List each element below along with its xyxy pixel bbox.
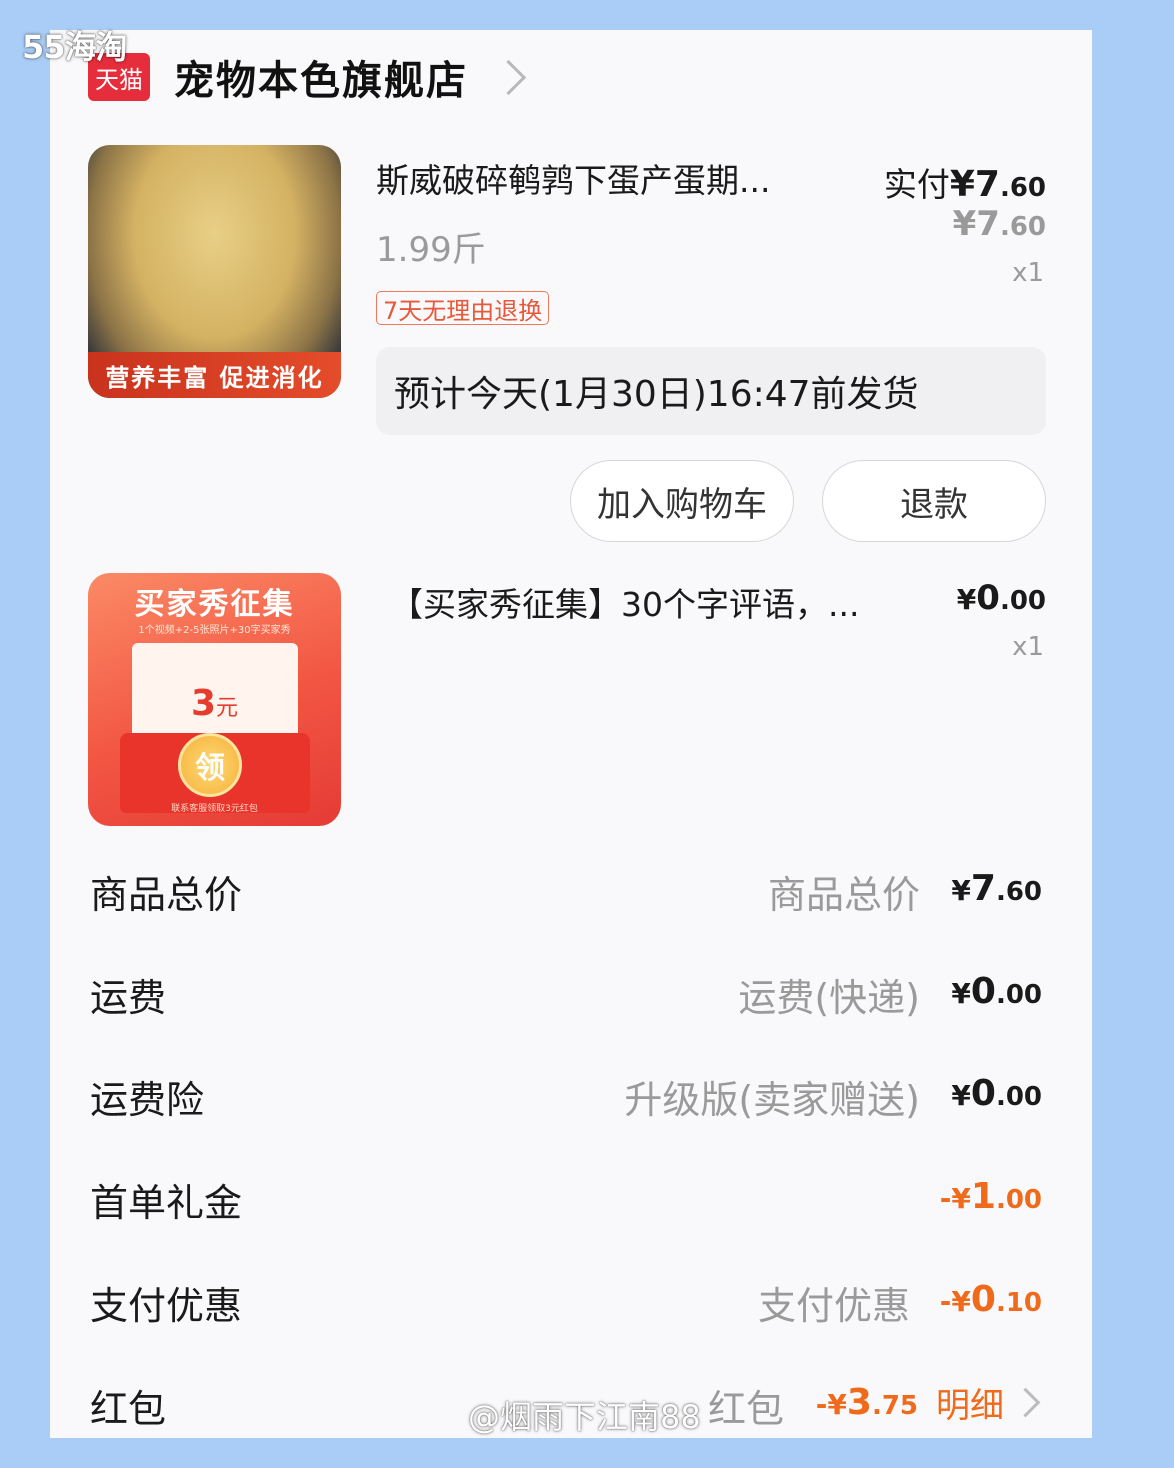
summary-row-first-order: 首单礼金 -¥1.00 xyxy=(90,1172,1042,1232)
cur: ¥ xyxy=(951,977,971,1010)
summary-detail: 升级版(卖家赠送) xyxy=(624,1078,920,1122)
int: 0 xyxy=(970,1279,996,1320)
int: 0 xyxy=(970,971,996,1012)
add-to-cart-button[interactable]: 加入购物车 xyxy=(570,460,794,542)
coupon-amount-value: 3 xyxy=(190,683,217,724)
coupon-subtitle: 1个视频+2-5张照片+30字买家秀 xyxy=(138,625,291,636)
coupon-amount: 3元 xyxy=(88,683,341,724)
thumbnail-caption: 营养丰富 促进消化 xyxy=(88,352,341,398)
item2-price: ¥0.00 xyxy=(957,578,1046,618)
coupon-title: 买家秀征集 xyxy=(134,587,295,622)
cur: ¥ xyxy=(951,1079,971,1112)
int: 7 xyxy=(970,868,996,909)
summary-label: 支付优惠 xyxy=(90,1284,243,1328)
summary-label: 首单礼金 xyxy=(90,1181,243,1225)
summary-label: 红包 xyxy=(90,1387,167,1431)
summary-value: -¥3.75 xyxy=(816,1382,918,1423)
dec: .75 xyxy=(871,1391,918,1421)
quantity-2: x1 xyxy=(1012,632,1044,662)
cur: -¥ xyxy=(815,1388,847,1421)
return-policy-tag: 7天无理由退换 xyxy=(376,291,550,325)
summary-row-payment-discount: 支付优惠 支付优惠 -¥0.10 xyxy=(90,1275,1042,1335)
summary-value: ¥0.00 xyxy=(951,1073,1042,1114)
watermark-top: 55海淘 xyxy=(22,28,128,66)
summary-value: ¥7.60 xyxy=(951,868,1042,909)
watermark-bottom: @烟雨下江南88 xyxy=(468,1398,701,1436)
cur: -¥ xyxy=(939,1285,971,1318)
price-int: 7 xyxy=(974,164,1000,205)
cur: -¥ xyxy=(939,1182,971,1215)
summary-detail: 红包 xyxy=(707,1387,784,1431)
dec: .00 xyxy=(995,1185,1042,1215)
cur: ¥ xyxy=(951,874,971,907)
summary-value: -¥1.00 xyxy=(940,1176,1042,1217)
summary-label: 运费险 xyxy=(90,1078,205,1122)
chevron-right-icon[interactable] xyxy=(1010,1387,1041,1418)
product-spec: 1.99斤 xyxy=(376,230,486,270)
product-thumbnail-grain[interactable]: 营养丰富 促进消化 xyxy=(88,145,341,398)
dec: .60 xyxy=(995,877,1042,907)
currency-symbol: ¥ xyxy=(949,164,975,205)
product-thumbnail-coupon[interactable]: 买家秀征集 1个视频+2-5张照片+30字买家秀 3元 领 联系客服领取3元红包 xyxy=(88,573,341,826)
details-link[interactable]: 明细 xyxy=(936,1378,1004,1427)
summary-row-total: 商品总价 商品总价 ¥7.60 xyxy=(90,864,1042,924)
dec: .00 xyxy=(995,1082,1042,1112)
summary-row-insurance[interactable]: 运费险 升级版(卖家赠送) ¥0.00 xyxy=(90,1069,1042,1129)
summary-detail: 运费(快递) xyxy=(738,976,920,1020)
chevron-right-icon[interactable] xyxy=(490,59,527,95)
price2-int: 0 xyxy=(976,578,1000,618)
summary-value: ¥0.00 xyxy=(951,971,1042,1012)
summary-value: -¥0.10 xyxy=(940,1279,1042,1320)
product-title-2[interactable]: 【买家秀征集】30个字评语，... xyxy=(390,578,859,626)
summary-label: 商品总价 xyxy=(90,873,243,917)
coupon-unit: 元 xyxy=(216,696,239,721)
summary-detail: 商品总价 xyxy=(767,873,920,917)
claim-icon: 领 xyxy=(178,733,242,797)
orig-int: 7 xyxy=(976,204,1000,244)
summary-detail: 支付优惠 xyxy=(757,1284,910,1328)
int: 1 xyxy=(970,1176,996,1217)
price2-dec: .00 xyxy=(999,586,1046,616)
orig-currency: ¥ xyxy=(952,204,977,244)
int: 0 xyxy=(970,1073,996,1114)
currency-symbol-2: ¥ xyxy=(956,583,977,616)
paid-price: 实付¥7.60 xyxy=(884,158,1046,206)
coupon-footer: 联系客服领取3元红包 xyxy=(171,804,258,814)
orig-dec: .60 xyxy=(999,212,1046,242)
dec: .00 xyxy=(995,980,1042,1010)
original-price: ¥7.60 xyxy=(953,204,1046,244)
summary-row-shipping: 运费 运费(快递) ¥0.00 xyxy=(90,967,1042,1027)
store-header[interactable]: 天猫 宠物本色旗舰店 xyxy=(88,42,527,112)
refund-button[interactable]: 退款 xyxy=(822,460,1046,542)
product-title[interactable]: 斯威破碎鹌鹑下蛋产蛋期... xyxy=(376,154,770,202)
dec: .10 xyxy=(995,1288,1042,1318)
summary-label: 运费 xyxy=(90,976,167,1020)
int: 3 xyxy=(846,1382,872,1423)
store-name[interactable]: 宠物本色旗舰店 xyxy=(174,48,468,106)
price-dec: .60 xyxy=(999,173,1046,203)
shipping-estimate: 预计今天(1月30日)16:47前发货 xyxy=(376,347,1046,435)
paid-label: 实付 xyxy=(883,165,950,204)
quantity: x1 xyxy=(1012,258,1044,288)
order-card: 天猫 宠物本色旗舰店 营养丰富 促进消化 斯威破碎鹌鹑下蛋产蛋期... 实付¥7… xyxy=(50,30,1092,1438)
